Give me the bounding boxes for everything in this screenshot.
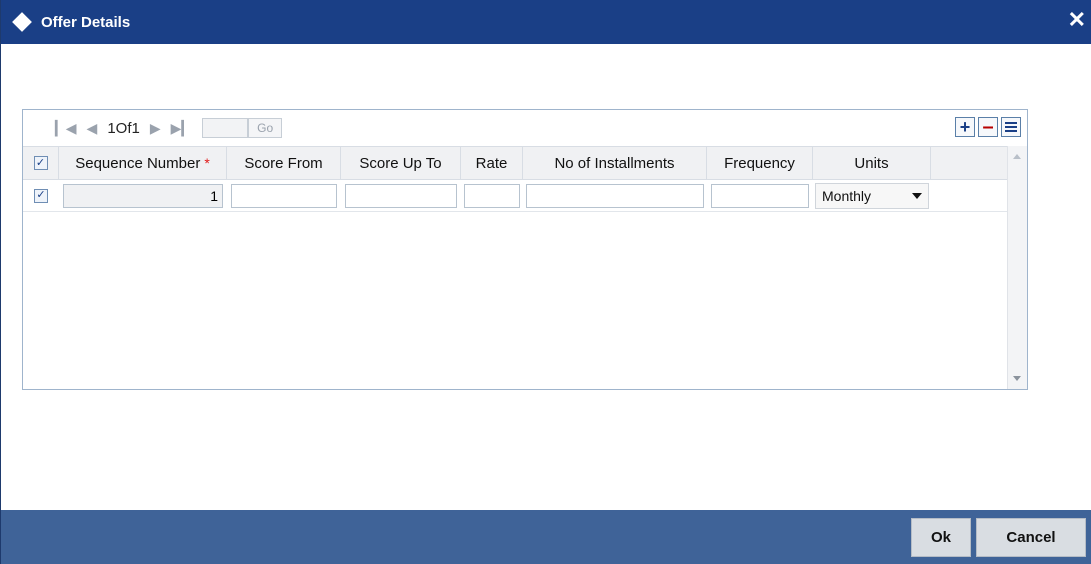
column-header-score-up-to: Score Up To [341,147,461,179]
cancel-button[interactable]: Cancel [976,518,1086,557]
offer-grid-panel: ▎◀ ◀ 1Of1 ▶ ▶▎ Go + – ✓ Sequence Number … [22,109,1028,390]
rate-input[interactable] [464,183,520,208]
diamond-icon [12,12,32,32]
column-header-score-from: Score From [227,147,341,179]
vertical-scrollbar[interactable] [1007,146,1027,389]
first-page-icon[interactable]: ▎◀ [55,120,77,137]
column-label: Sequence Number [75,154,201,172]
page-indicator: 1Of1 [107,119,140,137]
window-title: Offer Details [41,13,131,31]
select-all-cell: ✓ [23,147,59,179]
dialog-footer: Ok Cancel [1,510,1091,564]
column-label: Score Up To [359,154,442,172]
score-up-to-cell [341,180,461,211]
units-selected-value: Monthly [822,187,872,204]
column-header-sequence-number: Sequence Number * [59,147,227,179]
column-label: Rate [475,154,508,172]
select-all-checkbox[interactable]: ✓ [33,156,48,170]
score-from-input[interactable] [231,183,337,208]
last-page-icon[interactable]: ▶▎ [171,120,193,137]
chevron-down-icon [912,192,922,199]
required-marker: * [204,155,210,171]
table-row: ✓ Monthly [23,180,1008,212]
column-label: Frequency [724,154,795,172]
scroll-up-icon[interactable] [1013,154,1021,159]
sequence-number-cell [59,180,227,211]
plus-icon[interactable]: + [955,117,975,137]
column-label: Score From [244,154,323,172]
scroll-down-icon[interactable] [1013,376,1021,381]
installments-cell [523,180,707,211]
next-page-icon[interactable]: ▶ [150,120,161,137]
column-header-installments: No of Installments [523,147,707,179]
units-select[interactable]: Monthly [815,182,929,209]
score-from-cell [227,180,341,211]
column-header-frequency: Frequency [707,147,813,179]
ok-button[interactable]: Ok [911,518,971,557]
column-header-units: Units [813,147,931,179]
close-icon[interactable]: ✕ [1068,9,1086,31]
column-header-rate: Rate [461,147,523,179]
go-button[interactable]: Go [248,118,283,138]
frequency-input[interactable] [711,183,809,208]
grid-header: ✓ Sequence Number * Score From Score Up … [23,146,1008,180]
list-view-icon[interactable] [1001,117,1021,137]
page-number-input[interactable] [202,118,249,138]
title-bar: Offer Details ✕ [1,0,1091,44]
rate-cell [461,180,523,211]
units-cell: Monthly [813,180,931,211]
column-label: Units [854,154,889,172]
previous-page-icon[interactable]: ◀ [87,120,98,137]
row-checkbox[interactable]: ✓ [34,188,48,203]
frequency-cell [707,180,813,211]
sequence-number-input[interactable] [63,183,223,208]
minus-icon[interactable]: – [978,117,998,137]
row-select-cell: ✓ [23,180,59,211]
score-up-to-input[interactable] [345,183,457,208]
grid-tools: + – [955,117,1021,137]
grid-toolbar: ▎◀ ◀ 1Of1 ▶ ▶▎ Go + – [23,110,1027,146]
column-header-filler [931,147,1008,179]
pagination-bar: ▎◀ ◀ 1Of1 ▶ ▶▎ Go [55,118,283,138]
installments-input[interactable] [526,183,704,208]
offer-details-window: Offer Details ✕ ▎◀ ◀ 1Of1 ▶ ▶▎ Go + – ✓ [0,0,1091,564]
column-label: No of Installments [554,154,675,172]
